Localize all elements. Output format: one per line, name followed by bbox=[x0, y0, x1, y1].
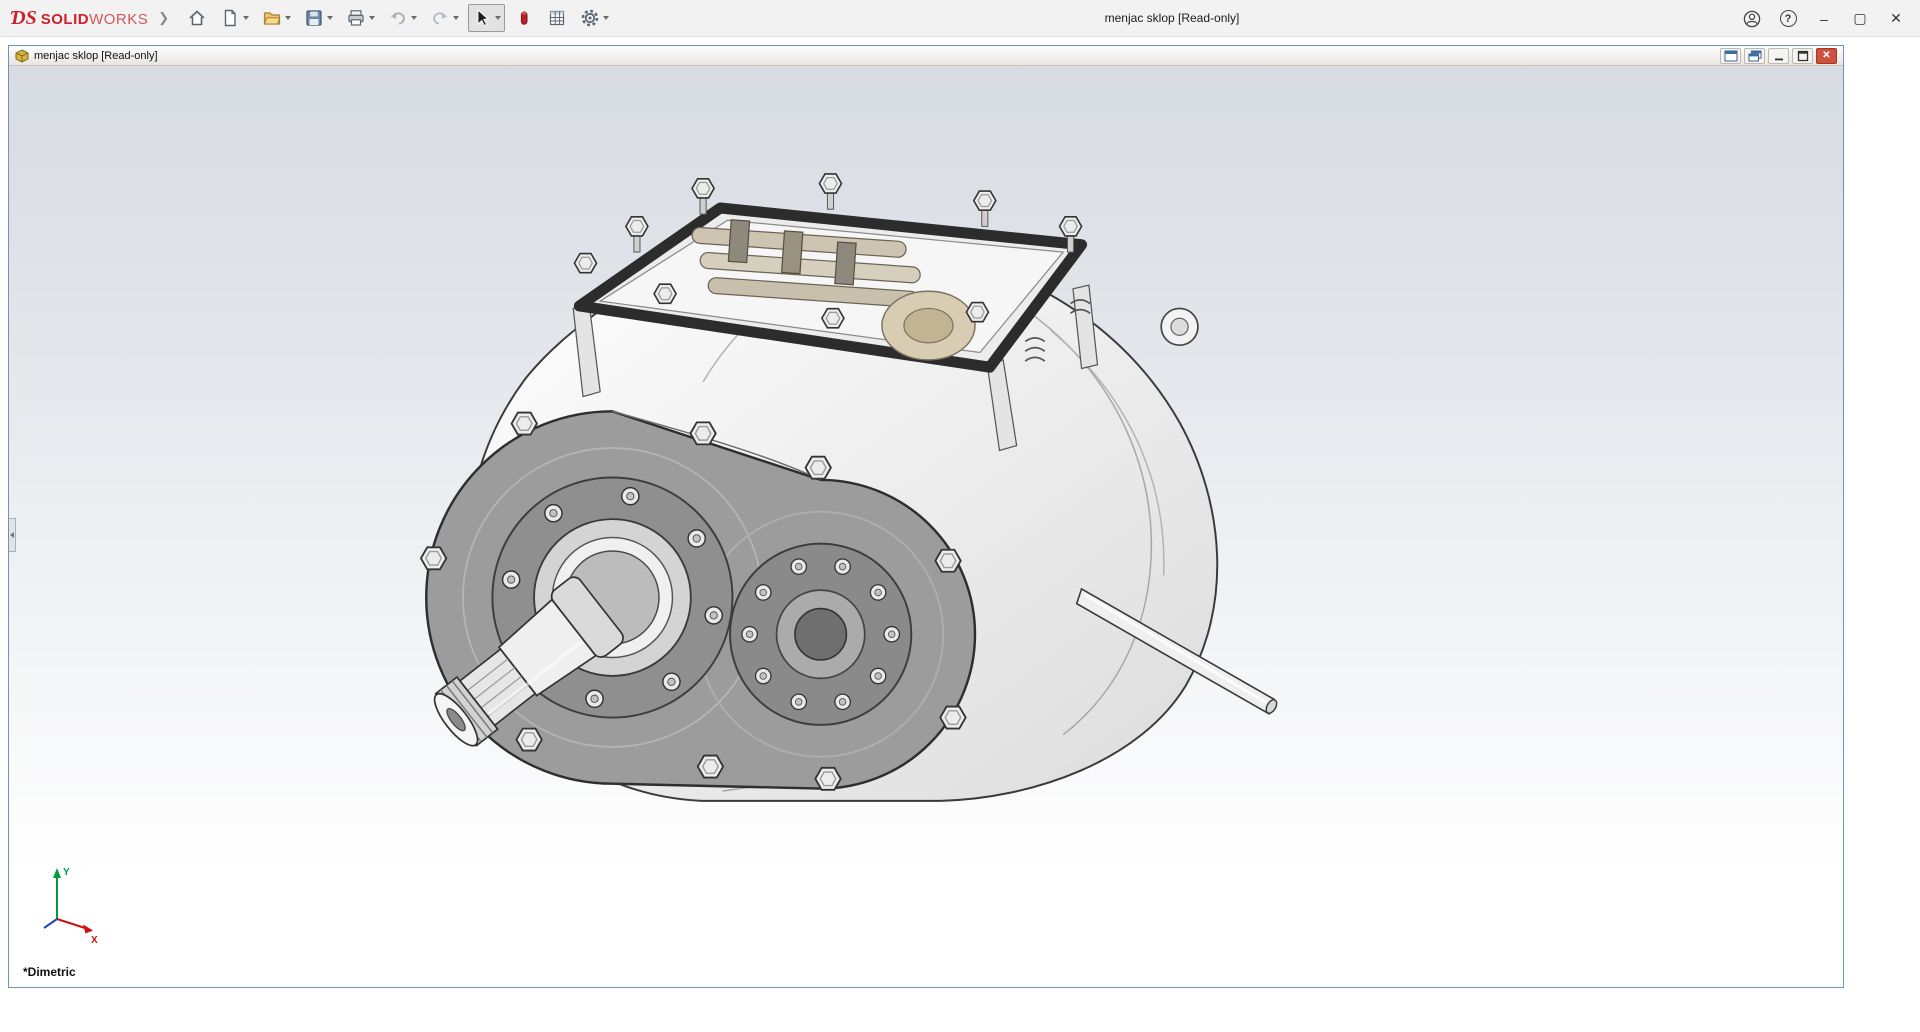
dropdown-caret-icon[interactable] bbox=[453, 16, 459, 20]
options-button[interactable] bbox=[576, 4, 613, 32]
undo-button[interactable] bbox=[384, 4, 421, 32]
x-axis-arrow-icon bbox=[83, 925, 93, 934]
design-table-icon bbox=[547, 8, 567, 28]
maximize-icon: ▢ bbox=[1853, 10, 1866, 27]
render-tools-button[interactable] bbox=[510, 4, 538, 32]
help-button[interactable]: ? bbox=[1770, 0, 1806, 37]
undo-icon bbox=[388, 8, 408, 28]
open-button[interactable] bbox=[258, 4, 295, 32]
brand-works: WORKS bbox=[89, 11, 148, 28]
close-icon: ✕ bbox=[1890, 10, 1902, 27]
doc-minimize-button[interactable] bbox=[1768, 48, 1789, 64]
app-titlebar: ƊS SOLID WORKS ❯ bbox=[0, 0, 1920, 37]
document-window: menjac sklop [Read-only] bbox=[8, 45, 1844, 988]
new-document-icon bbox=[220, 8, 240, 28]
save-icon bbox=[304, 8, 324, 28]
app-window-title: menjac sklop [Read-only] bbox=[1105, 11, 1240, 25]
document-title: menjac sklop [Read-only] bbox=[34, 50, 158, 62]
doc-maximize-button[interactable] bbox=[1792, 48, 1813, 64]
save-button[interactable] bbox=[300, 4, 337, 32]
viewport-3d[interactable]: Y X *Dimetric bbox=[9, 66, 1843, 987]
x-axis-label: X bbox=[91, 935, 98, 945]
dropdown-caret-icon[interactable] bbox=[243, 16, 249, 20]
account-button[interactable] bbox=[1734, 0, 1770, 37]
menu-flyout-arrow-icon[interactable]: ❯ bbox=[158, 10, 169, 26]
new-document-button[interactable] bbox=[216, 4, 253, 32]
ds-logo-mark: ƊS bbox=[10, 7, 37, 30]
doc-next-window-button[interactable] bbox=[1744, 48, 1765, 64]
open-folder-icon bbox=[262, 8, 282, 28]
solidworks-logo: ƊS SOLID WORKS bbox=[10, 7, 148, 30]
dropdown-caret-icon[interactable] bbox=[495, 16, 501, 20]
redo-button[interactable] bbox=[426, 4, 463, 32]
account-icon bbox=[1742, 9, 1762, 29]
orientation-triad: Y X bbox=[33, 859, 103, 945]
windows-cascade-icon bbox=[1748, 50, 1762, 62]
dropdown-caret-icon[interactable] bbox=[327, 16, 333, 20]
print-icon bbox=[346, 8, 366, 28]
document-titlebar[interactable]: menjac sklop [Read-only] bbox=[9, 46, 1843, 66]
home-icon bbox=[187, 8, 207, 28]
maximize-icon bbox=[1797, 50, 1809, 62]
brand-solid: SOLID bbox=[41, 11, 89, 28]
window-icon bbox=[1724, 50, 1738, 62]
document-window-controls: ✕ bbox=[1720, 48, 1837, 64]
assembly-document-icon bbox=[15, 49, 29, 63]
doc-close-button[interactable]: ✕ bbox=[1816, 48, 1837, 64]
close-icon: ✕ bbox=[1822, 50, 1830, 61]
close-button[interactable]: ✕ bbox=[1878, 0, 1914, 37]
gearbox-model[interactable] bbox=[414, 171, 1280, 817]
collapsed-panel-tab[interactable] bbox=[9, 518, 16, 552]
help-icon: ? bbox=[1780, 10, 1797, 27]
lower-bearing-hub bbox=[730, 544, 911, 725]
quick-access-toolbar bbox=[183, 4, 613, 32]
minimize-icon bbox=[1773, 50, 1785, 62]
render-tools-icon bbox=[514, 8, 534, 28]
select-tool-button[interactable] bbox=[468, 4, 505, 32]
app-window-controls: ? – ▢ ✕ bbox=[1734, 0, 1914, 37]
select-cursor-icon bbox=[472, 8, 492, 28]
doc-previous-window-button[interactable] bbox=[1720, 48, 1741, 64]
minimize-icon: – bbox=[1820, 11, 1828, 27]
home-button[interactable] bbox=[183, 4, 211, 32]
z-axis-line bbox=[44, 919, 57, 928]
redo-icon bbox=[430, 8, 450, 28]
dropdown-caret-icon[interactable] bbox=[603, 16, 609, 20]
design-table-button[interactable] bbox=[543, 4, 571, 32]
maximize-button[interactable]: ▢ bbox=[1842, 0, 1878, 37]
y-axis-arrow-icon bbox=[53, 868, 61, 878]
minimize-button[interactable]: – bbox=[1806, 0, 1842, 37]
y-axis-label: Y bbox=[63, 867, 70, 878]
dropdown-caret-icon[interactable] bbox=[369, 16, 375, 20]
view-orientation-label: *Dimetric bbox=[23, 965, 76, 979]
dropdown-caret-icon[interactable] bbox=[285, 16, 291, 20]
print-button[interactable] bbox=[342, 4, 379, 32]
dropdown-caret-icon[interactable] bbox=[411, 16, 417, 20]
gear-icon bbox=[580, 8, 600, 28]
